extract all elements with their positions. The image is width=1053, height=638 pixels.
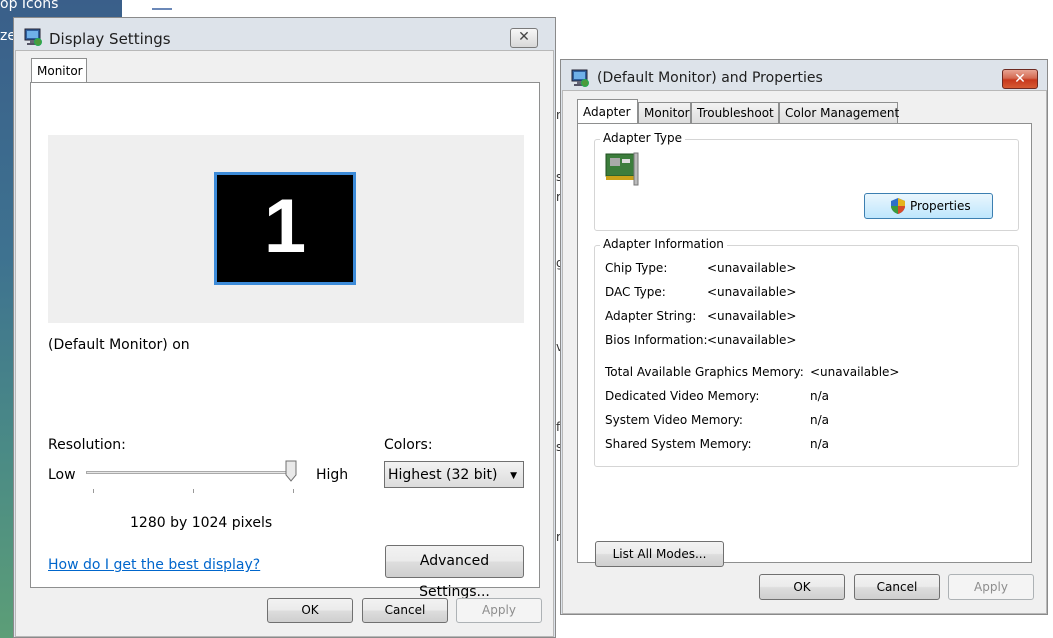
total-memory-label: Total Available Graphics Memory: — [605, 365, 804, 379]
monitor-1-preview[interactable]: 1 — [214, 172, 356, 285]
adapter-string-label: Adapter String: — [605, 309, 697, 323]
shield-icon — [889, 197, 907, 215]
colors-dropdown[interactable]: Highest (32 bit) ▼ — [384, 461, 524, 488]
cancel-button[interactable]: Cancel — [362, 598, 448, 623]
adapter-info-title: Adapter Information — [600, 237, 727, 251]
adapter-string-value: <unavailable> — [707, 309, 797, 323]
resolution-label: Resolution: — [48, 437, 126, 453]
tab-troubleshoot[interactable]: Troubleshoot — [691, 102, 779, 124]
monitor-caption: (Default Monitor) on — [48, 337, 190, 353]
close-icon: ✕ — [1014, 71, 1026, 87]
dedicated-memory-value: n/a — [810, 389, 830, 403]
monitor-number: 1 — [263, 184, 307, 269]
chevron-down-icon: ▼ — [510, 471, 517, 481]
close-button[interactable]: ✕ — [1002, 69, 1038, 89]
adapter-tab-page: Adapter Type Properties Adapter Informat… — [577, 123, 1032, 567]
resolution-slider-thumb[interactable] — [285, 460, 297, 482]
tab-monitor[interactable]: Monitor — [31, 58, 87, 83]
window-title: Display Settings — [49, 30, 171, 48]
slider-tick — [193, 489, 194, 493]
adapter-type-title: Adapter Type — [600, 131, 685, 145]
adapter-properties-button[interactable]: Properties — [864, 193, 993, 219]
resolution-slider-track[interactable] — [86, 471, 294, 474]
colors-selected-value: Highest (32 bit) — [388, 467, 498, 483]
dedicated-memory-label: Dedicated Video Memory: — [605, 389, 760, 403]
tab-adapter[interactable]: Adapter — [577, 99, 638, 124]
monitor-properties-window: (Default Monitor) and Properties ✕ Adapt… — [560, 59, 1048, 615]
tab-color-management[interactable]: Color Management — [779, 102, 899, 124]
dac-type-label: DAC Type: — [605, 285, 666, 299]
monitor-arrangement-area: 1 — [48, 135, 524, 323]
advanced-settings-button[interactable]: Advanced Settings... — [385, 545, 524, 600]
help-link[interactable]: How do I get the best display? — [48, 557, 260, 573]
apply-button[interactable]: Apply — [948, 574, 1034, 600]
window-title: (Default Monitor) and Properties — [597, 70, 823, 86]
adapter-info-group — [594, 245, 1019, 467]
desktop-icon-label[interactable]: op Icons — [0, 0, 58, 12]
system-memory-value: n/a — [810, 413, 830, 427]
bios-info-value: <unavailable> — [707, 333, 797, 347]
total-memory-value: <unavailable> — [810, 365, 900, 379]
slider-tick — [93, 489, 94, 493]
properties-window-icon — [570, 68, 590, 88]
apply-button[interactable]: Apply — [456, 598, 542, 623]
bios-info-label: Bios Information: — [605, 333, 708, 347]
resolution-low-label: Low — [48, 467, 76, 483]
slider-tick — [293, 489, 294, 493]
dialog-client-area: Adapter Monitor Troubleshoot Color Manag… — [562, 90, 1047, 614]
resolution-high-label: High — [316, 467, 349, 483]
close-button[interactable]: ✕ — [510, 28, 538, 48]
display-settings-icon — [23, 27, 43, 47]
adapter-card-icon — [604, 151, 640, 187]
display-settings-window: Display Settings ✕ Monitor 1 (Default Mo… — [13, 17, 556, 638]
adapter-properties-label: Properties — [910, 199, 971, 213]
dialog-client-area: Monitor 1 (Default Monitor) on Resolutio… — [15, 50, 554, 637]
close-icon: ✕ — [518, 29, 530, 45]
monitor-tab-page: 1 (Default Monitor) on Resolution: Low H… — [30, 82, 540, 600]
tab-monitor[interactable]: Monitor — [638, 102, 691, 124]
chip-type-value: <unavailable> — [707, 261, 797, 275]
system-memory-label: System Video Memory: — [605, 413, 743, 427]
shared-memory-label: Shared System Memory: — [605, 437, 752, 451]
ok-button[interactable]: OK — [759, 574, 845, 600]
dac-type-value: <unavailable> — [707, 285, 797, 299]
chip-type-label: Chip Type: — [605, 261, 668, 275]
colors-label: Colors: — [384, 437, 433, 453]
cancel-button[interactable]: Cancel — [854, 574, 940, 600]
list-all-modes-button[interactable]: List All Modes... — [595, 541, 724, 567]
ok-button[interactable]: OK — [267, 598, 353, 623]
shared-memory-value: n/a — [810, 437, 830, 451]
resolution-value: 1280 by 1024 pixels — [130, 515, 273, 531]
